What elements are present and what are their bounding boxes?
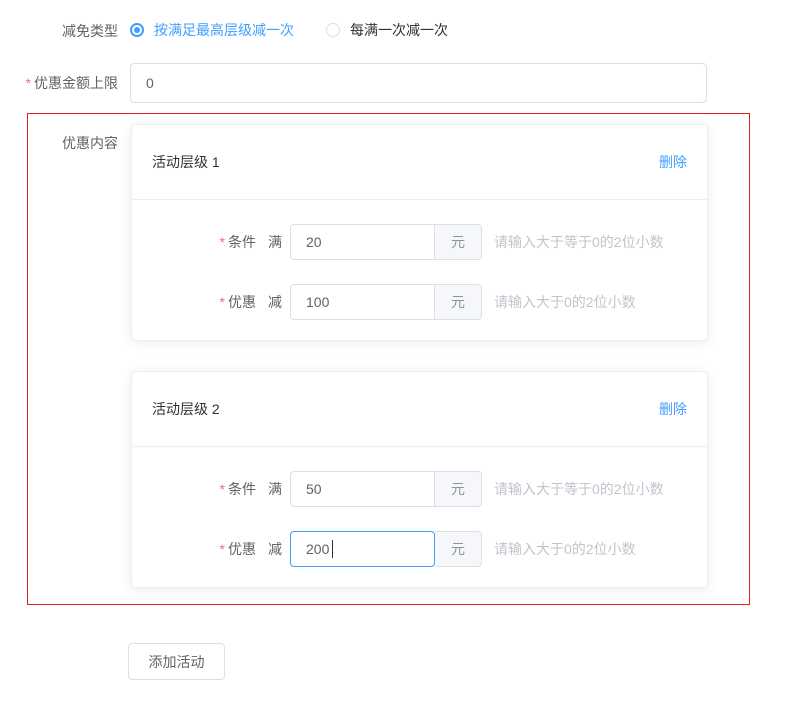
unit-yuan-label: 元 [435,531,482,567]
radio-selected-icon[interactable] [130,23,144,37]
unit-yuan-label: 元 [435,224,482,260]
input-hint: 请输入大于0的2位小数 [494,539,636,559]
tier-card-body: *条件 满 元 请输入大于等于0的2位小数 *优惠 减 [132,200,707,340]
required-asterisk: * [220,541,225,557]
discount-prefix: 减 [268,292,282,312]
radio-option-label[interactable]: 按满足最高层级减一次 [154,20,294,40]
delete-tier-button[interactable]: 删除 [659,152,687,172]
required-asterisk: * [220,294,225,310]
unit-yuan-label: 元 [435,284,482,320]
discount-label: *优惠 减 [152,292,282,312]
reduction-type-radio-group: 按满足最高层级减一次 每满一次减一次 [130,19,448,41]
tier-list: 活动层级 1 删除 *条件 满 元 请输入大于等于0的2位小数 [131,124,708,618]
required-asterisk: * [26,75,31,91]
reduction-type-label: 减免类型 [0,21,118,41]
discount-input-group: 元 [290,284,482,320]
discount-label-text: 优惠 [228,292,256,312]
tier-card-header: 活动层级 2 删除 [132,372,707,447]
radio-option-highest-tier[interactable]: 按满足最高层级减一次 [130,20,294,40]
condition-prefix: 满 [268,232,282,252]
condition-input-group: 元 [290,471,482,507]
discount-amount-input-focused[interactable] [290,531,435,567]
discount-prefix: 减 [268,539,282,559]
discount-input-group: 元 [290,531,482,567]
tier-card-2: 活动层级 2 删除 *条件 满 元 请输入大于等于0的2位小数 [131,371,708,588]
discount-content-label: 优惠内容 [28,133,118,153]
discount-cap-label: *优惠金额上限 [0,73,118,93]
discount-row: *优惠 减 元 请输入大于0的2位小数 [152,284,687,320]
discount-label: *优惠 减 [152,539,282,559]
unit-yuan-label: 元 [435,471,482,507]
tier-title: 活动层级 1 [152,152,220,172]
required-asterisk: * [220,481,225,497]
tier-card-body: *条件 满 元 请输入大于等于0的2位小数 *优惠 减 [132,447,707,587]
condition-label: *条件 满 [152,232,282,252]
input-hint: 请输入大于等于0的2位小数 [494,479,664,499]
radio-option-every-time[interactable]: 每满一次减一次 [326,20,448,40]
condition-input-group: 元 [290,224,482,260]
input-hint: 请输入大于等于0的2位小数 [494,232,664,252]
condition-prefix: 满 [268,479,282,499]
discount-label-text: 优惠 [228,539,256,559]
condition-label: *条件 满 [152,479,282,499]
radio-unselected-icon[interactable] [326,23,340,37]
discount-content-section: 优惠内容 活动层级 1 删除 *条件 满 元 [27,113,750,605]
discount-row: *优惠 减 元 请输入大于0的2位小数 [152,531,687,567]
input-hint: 请输入大于0的2位小数 [494,292,636,312]
delete-tier-button[interactable]: 删除 [659,399,687,419]
condition-amount-input[interactable] [290,471,435,507]
add-activity-button[interactable]: 添加活动 [128,643,225,680]
tier-card-header: 活动层级 1 删除 [132,125,707,200]
condition-label-text: 条件 [228,479,256,499]
condition-row: *条件 满 元 请输入大于等于0的2位小数 [152,224,687,260]
discount-amount-input[interactable] [290,284,435,320]
text-cursor [332,540,333,558]
tier-title: 活动层级 2 [152,399,220,419]
promotion-form-page: 减免类型 按满足最高层级减一次 每满一次减一次 *优惠金额上限 优惠内容 活动层… [0,0,812,703]
tier-card-1: 活动层级 1 删除 *条件 满 元 请输入大于等于0的2位小数 [131,124,708,341]
required-asterisk: * [220,234,225,250]
discount-cap-label-text: 优惠金额上限 [34,75,118,91]
condition-label-text: 条件 [228,232,256,252]
condition-amount-input[interactable] [290,224,435,260]
radio-option-label[interactable]: 每满一次减一次 [350,20,448,40]
condition-row: *条件 满 元 请输入大于等于0的2位小数 [152,471,687,507]
discount-cap-input[interactable] [130,63,707,103]
